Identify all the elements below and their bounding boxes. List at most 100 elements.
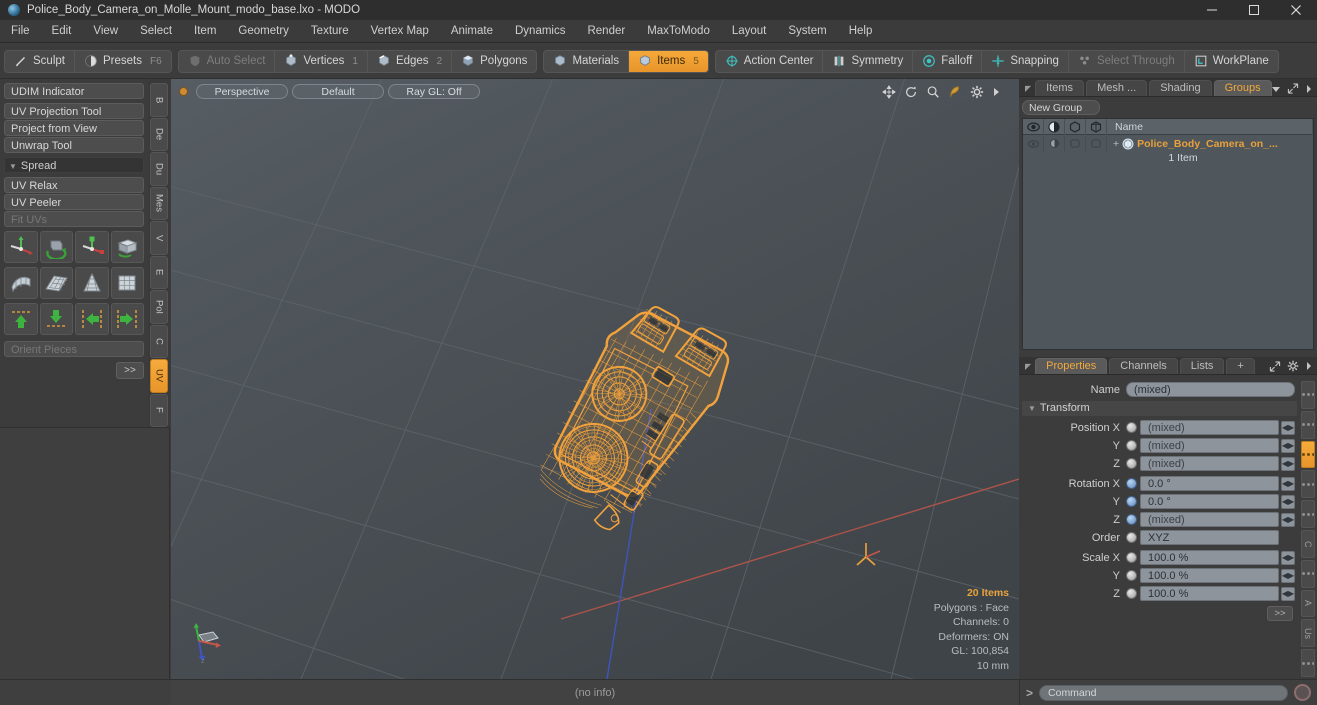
field-scale-y[interactable]: 100.0 %: [1140, 568, 1279, 583]
viewport-3d[interactable]: Perspective Default Ray GL: Off 20 Items…: [171, 79, 1019, 679]
tab-properties[interactable]: Properties: [1035, 358, 1108, 374]
vtab-mes[interactable]: Mes: [150, 186, 168, 220]
row-shade-icon[interactable]: [1044, 135, 1065, 152]
menu-maxtomodo[interactable]: MaxToModo: [636, 20, 721, 43]
tab-groups[interactable]: Groups: [1213, 80, 1272, 96]
menu-geometry[interactable]: Geometry: [227, 20, 300, 43]
tab-collapse-icon[interactable]: ◤: [1023, 84, 1035, 96]
vtab-pol[interactable]: Pol: [150, 290, 168, 324]
field-position-y[interactable]: (mixed): [1140, 438, 1279, 453]
spinner-rotation-x[interactable]: ◀▶: [1281, 476, 1295, 491]
viewport-tab-perspective[interactable]: Perspective: [196, 83, 288, 99]
side-strip-cell-3[interactable]: [1301, 440, 1315, 469]
snapping-button[interactable]: Snapping: [982, 50, 1069, 72]
bend-mesh-icon[interactable]: [4, 267, 38, 299]
radio-position-z[interactable]: [1126, 458, 1137, 469]
menu-animate[interactable]: Animate: [440, 20, 504, 43]
align-up-icon[interactable]: [4, 303, 38, 335]
vtab-uv[interactable]: UV: [150, 359, 168, 393]
vertices-button[interactable]: Vertices 1: [275, 50, 368, 72]
transform-section-header[interactable]: ▼ Transform: [1022, 401, 1297, 416]
tab-shading[interactable]: Shading: [1149, 80, 1212, 96]
field-rotation-z[interactable]: (mixed): [1140, 512, 1279, 527]
radio-scale-y[interactable]: [1126, 570, 1137, 581]
eye-icon[interactable]: [1023, 119, 1044, 135]
radio-position-x[interactable]: [1126, 422, 1137, 433]
gear-icon[interactable]: [970, 85, 984, 99]
menu-view[interactable]: View: [82, 20, 129, 43]
tool-udim-indicator[interactable]: UDIM Indicator: [4, 83, 144, 99]
expand-icon[interactable]: [1269, 360, 1281, 372]
move-axis-icon[interactable]: [4, 231, 38, 263]
gear-icon[interactable]: [1287, 360, 1299, 372]
field-scale-z[interactable]: 100.0 %: [1140, 586, 1279, 601]
select-through-button[interactable]: Select Through: [1069, 50, 1185, 72]
tab-mesh[interactable]: Mesh ...: [1086, 80, 1148, 96]
chevron-right-icon[interactable]: [992, 86, 1001, 98]
lasso-select-icon[interactable]: [948, 85, 962, 99]
rotate-icon[interactable]: [904, 85, 918, 99]
vtab-du[interactable]: Du: [150, 152, 168, 186]
menu-texture[interactable]: Texture: [300, 20, 360, 43]
radio-rotation-x[interactable]: [1126, 478, 1137, 489]
spinner-rotation-y[interactable]: ◀▶: [1281, 494, 1295, 509]
close-icon[interactable]: [1275, 0, 1317, 20]
quad-patch-icon[interactable]: [110, 267, 144, 299]
axis-gizmo-icon[interactable]: z: [185, 621, 231, 665]
record-icon[interactable]: [1294, 684, 1311, 701]
group-tree[interactable]: Name + Police_Body_Camera_on_... 1 Item: [1022, 118, 1314, 350]
radio-rotation-y[interactable]: [1126, 496, 1137, 507]
section-spread[interactable]: ▼ Spread: [4, 157, 144, 173]
spinner-scale-y[interactable]: ◀▶: [1281, 568, 1295, 583]
wire-icon[interactable]: [1065, 119, 1086, 135]
row-eye-icon[interactable]: [1023, 135, 1044, 152]
side-strip-cell-6[interactable]: C: [1301, 529, 1315, 558]
side-strip-cell-1[interactable]: [1301, 381, 1315, 409]
minimize-icon[interactable]: [1191, 0, 1233, 20]
auto-select-button[interactable]: Auto Select: [179, 50, 276, 72]
tool-uv-peeler[interactable]: UV Peeler: [4, 194, 144, 210]
tool-unwrap[interactable]: Unwrap Tool: [4, 137, 144, 153]
field-rotation-y[interactable]: 0.0 °: [1140, 494, 1279, 509]
vtab-v[interactable]: V: [150, 221, 168, 255]
taper-mesh-icon[interactable]: [75, 267, 109, 299]
items-button[interactable]: Items 5: [629, 50, 708, 72]
symmetry-button[interactable]: Symmetry: [823, 50, 914, 72]
properties-more-button[interactable]: >>: [1267, 606, 1293, 621]
menu-render[interactable]: Render: [576, 20, 636, 43]
align-down-icon[interactable]: [39, 303, 73, 335]
flip-cube-icon[interactable]: [110, 231, 144, 263]
menu-layout[interactable]: Layout: [721, 20, 778, 43]
side-strip-cell-9[interactable]: Us: [1301, 619, 1315, 648]
radio-scale-x[interactable]: [1126, 552, 1137, 563]
spinner-position-z[interactable]: ◀▶: [1281, 456, 1295, 471]
vtab-f[interactable]: F: [150, 393, 168, 427]
side-strip-cell-7[interactable]: [1301, 559, 1315, 588]
ghost-icon[interactable]: [1086, 119, 1107, 135]
radio-order[interactable]: [1126, 532, 1137, 543]
chevron-right-icon[interactable]: [1305, 84, 1313, 94]
field-position-z[interactable]: (mixed): [1140, 456, 1279, 471]
tool-uv-relax[interactable]: UV Relax: [4, 177, 144, 193]
command-input[interactable]: Command: [1039, 684, 1288, 701]
table-row[interactable]: + Police_Body_Camera_on_...: [1023, 135, 1313, 152]
workplane-button[interactable]: WorkPlane: [1185, 51, 1278, 72]
spinner-rotation-z[interactable]: ◀▶: [1281, 512, 1295, 527]
field-rotation-x[interactable]: 0.0 °: [1140, 476, 1279, 491]
tool-project-from-view[interactable]: Project from View: [4, 120, 144, 136]
spinner-position-y[interactable]: ◀▶: [1281, 438, 1295, 453]
viewport-tab-raygl[interactable]: Ray GL: Off: [388, 83, 480, 99]
tab-collapse-icon-2[interactable]: ◤: [1023, 362, 1035, 374]
side-strip-cell-5[interactable]: [1301, 500, 1315, 528]
menu-dynamics[interactable]: Dynamics: [504, 20, 576, 43]
spinner-position-x[interactable]: ◀▶: [1281, 420, 1295, 435]
new-group-button[interactable]: New Group: [1022, 100, 1100, 115]
menu-item[interactable]: Item: [183, 20, 227, 43]
expand-icon[interactable]: [1287, 83, 1299, 94]
field-order[interactable]: XYZ: [1140, 530, 1279, 545]
zoom-icon[interactable]: [926, 85, 940, 99]
side-strip-cell-2[interactable]: [1301, 410, 1315, 439]
menu-file[interactable]: File: [0, 20, 41, 43]
group-row-label[interactable]: + Police_Body_Camera_on_...: [1107, 138, 1313, 150]
radio-scale-z[interactable]: [1126, 588, 1137, 599]
